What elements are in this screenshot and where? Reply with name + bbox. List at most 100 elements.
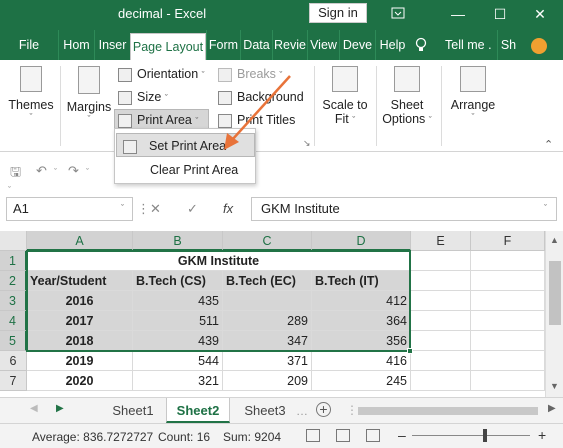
minimize-icon[interactable]: — [443, 2, 473, 26]
cell-e3[interactable] [411, 291, 471, 311]
year-cell[interactable]: 2016 [27, 291, 133, 311]
column-header-b[interactable]: B [133, 231, 223, 251]
cell-f5[interactable] [471, 331, 545, 351]
scroll-up-icon[interactable]: ▲ [550, 235, 559, 245]
row-header-6[interactable]: 6 [0, 351, 27, 371]
header-cell-year[interactable]: Year/Student [27, 271, 133, 291]
year-cell[interactable]: 2018 [27, 331, 133, 351]
cell-e2[interactable] [411, 271, 471, 291]
close-icon[interactable]: ✕ [525, 2, 555, 26]
smiley-feedback-icon[interactable] [531, 38, 547, 54]
scroll-right-icon[interactable]: ▶ [548, 403, 556, 414]
cs-cell[interactable]: 435 [133, 291, 223, 311]
name-box-dropdown-icon[interactable]: ˇ [121, 203, 124, 213]
zoom-out-icon[interactable]: – [398, 427, 406, 443]
scroll-tabs-left-icon[interactable]: ◀ [30, 403, 38, 414]
scroll-tabs-right-icon[interactable]: ▶ [56, 403, 64, 414]
cs-cell[interactable]: 544 [133, 351, 223, 371]
ec-cell[interactable]: 371 [223, 351, 312, 371]
maximize-icon[interactable]: ☐ [485, 2, 515, 26]
it-cell[interactable]: 416 [312, 351, 411, 371]
themes-button[interactable]: Themes ˇ [8, 66, 54, 122]
scale-to-fit-button[interactable]: Scale to Fit ˇ [318, 66, 372, 126]
sheet-tab-sheet2[interactable]: Sheet2 [166, 398, 230, 423]
row-header-1[interactable]: 1 [0, 251, 27, 271]
cell-f4[interactable] [471, 311, 545, 331]
zoom-slider[interactable] [412, 435, 530, 436]
year-cell[interactable]: 2019 [27, 351, 133, 371]
column-header-f[interactable]: F [471, 231, 545, 251]
tab-page-layout[interactable]: Page Layout [130, 33, 206, 60]
ec-cell[interactable]: 347 [223, 331, 312, 351]
column-header-a[interactable]: A [27, 231, 133, 251]
scroll-down-icon[interactable]: ▼ [550, 381, 559, 391]
undo-icon[interactable]: ↶ [36, 163, 47, 179]
tell-me-search[interactable]: Tell me . [445, 30, 492, 60]
worksheet-grid[interactable]: A B C D E F 1 2 3 4 5 6 7 GKM Institute … [0, 231, 545, 395]
cell-e6[interactable] [411, 351, 471, 371]
clear-print-area-item[interactable]: Clear Print Area [116, 158, 255, 182]
select-all-button[interactable] [0, 231, 27, 251]
header-cell-ec[interactable]: B.Tech (EC) [223, 271, 312, 291]
insert-function-icon[interactable]: fx [223, 201, 233, 216]
more-sheets-icon[interactable]: … [296, 404, 308, 418]
size-button[interactable]: Size ˇ [118, 90, 168, 105]
redo-icon[interactable]: ↷ [68, 163, 79, 179]
header-cell-cs[interactable]: B.Tech (CS) [133, 271, 223, 291]
save-icon[interactable]: 🖫 [10, 163, 21, 185]
more-options-icon[interactable]: ⋮ [346, 403, 358, 417]
column-header-e[interactable]: E [411, 231, 471, 251]
undo-dropdown-icon[interactable]: ˇ [54, 167, 57, 177]
row-header-3[interactable]: 3 [0, 291, 27, 311]
header-cell-it[interactable]: B.Tech (IT) [312, 271, 411, 291]
tab-home[interactable]: Hom [58, 30, 94, 60]
orientation-button[interactable]: Orientation ˇ [118, 67, 205, 82]
sheet-options-button[interactable]: Sheet Options ˇ [380, 66, 434, 126]
year-cell[interactable]: 2020 [27, 371, 133, 391]
add-sheet-icon[interactable]: + [316, 402, 331, 417]
formula-input[interactable]: GKM Institute [251, 197, 557, 221]
expand-formula-bar-icon[interactable]: ˇ [544, 203, 547, 213]
tab-review[interactable]: Revie [272, 30, 307, 60]
column-header-d[interactable]: D [312, 231, 411, 251]
row-header-2[interactable]: 2 [0, 271, 27, 291]
cs-cell[interactable]: 439 [133, 331, 223, 351]
it-cell[interactable]: 245 [312, 371, 411, 391]
zoom-slider-handle[interactable] [483, 429, 487, 442]
share-button[interactable]: Sh [497, 30, 519, 60]
column-header-c[interactable]: C [223, 231, 312, 251]
cell-e5[interactable] [411, 331, 471, 351]
cell-f1[interactable] [471, 251, 545, 271]
cell-e1[interactable] [411, 251, 471, 271]
dialog-launcher-icon[interactable]: ↘ [303, 138, 311, 149]
row-header-4[interactable]: 4 [0, 311, 27, 331]
zoom-in-icon[interactable]: + [538, 427, 546, 443]
cell-f7[interactable] [471, 371, 545, 391]
cell-e4[interactable] [411, 311, 471, 331]
margins-button[interactable]: Margins ˇ [66, 66, 112, 124]
cancel-icon[interactable]: ✕ [150, 201, 161, 217]
sheet-tab-sheet1[interactable]: Sheet1 [104, 398, 162, 423]
tab-formulas[interactable]: Form [206, 30, 240, 60]
fill-handle[interactable] [407, 348, 413, 354]
enter-icon[interactable]: ✓ [187, 201, 198, 217]
cell-f2[interactable] [471, 271, 545, 291]
it-cell[interactable]: 356 [312, 331, 411, 351]
sign-in-button[interactable]: Sign in [309, 3, 367, 23]
it-cell[interactable]: 412 [312, 291, 411, 311]
tab-data[interactable]: Data [240, 30, 272, 60]
cell-f3[interactable] [471, 291, 545, 311]
ec-cell[interactable]: 209 [223, 371, 312, 391]
page-break-view-icon[interactable] [366, 429, 380, 442]
tab-insert[interactable]: Inser [94, 30, 130, 60]
cs-cell[interactable]: 511 [133, 311, 223, 331]
redo-dropdown-icon[interactable]: ˇ [86, 167, 89, 177]
cs-cell[interactable]: 321 [133, 371, 223, 391]
tab-view[interactable]: View [307, 30, 339, 60]
tab-developer[interactable]: Deve [339, 30, 375, 60]
arrange-button[interactable]: Arrange ˇ [446, 66, 500, 122]
cell-e7[interactable] [411, 371, 471, 391]
sheet-tab-sheet3[interactable]: Sheet3 [236, 398, 294, 423]
year-cell[interactable]: 2017 [27, 311, 133, 331]
vertical-scrollbar[interactable]: ▲ ▼ [545, 231, 563, 397]
